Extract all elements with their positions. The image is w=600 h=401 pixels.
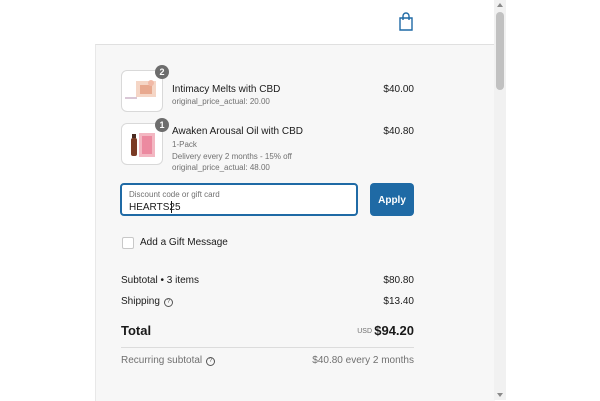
subscription-info: Delivery every 2 months - 15% off — [172, 152, 292, 161]
scrollbar-thumb[interactable] — [496, 12, 504, 90]
total-currency: USD — [357, 328, 372, 335]
discount-field-value: HEARTS25 — [129, 202, 181, 213]
recurring-subtotal-value: $40.80 every 2 months — [312, 355, 414, 366]
discount-code-input[interactable]: Discount code or gift card HEARTS25 — [120, 183, 358, 216]
product-thumbnail: 2 — [121, 65, 169, 112]
text-caret — [171, 201, 172, 213]
product-original-price: original_price_actual: 48.00 — [172, 163, 270, 172]
gift-message-label[interactable]: Add a Gift Message — [140, 237, 228, 248]
product-price: $40.00 — [383, 84, 414, 95]
checkout-header — [0, 0, 494, 44]
gift-message-checkbox[interactable] — [122, 237, 134, 249]
product-thumbnail: 1 — [121, 118, 169, 165]
product-name: Awaken Arousal Oil with CBD — [172, 126, 303, 137]
shipping-label-row: Shipping? — [121, 296, 173, 307]
subtotal-value: $80.80 — [383, 275, 414, 286]
intimacy-melts-image — [125, 80, 156, 99]
total-amount: $94.20 — [374, 323, 414, 338]
line-item: 1 Awaken Arousal Oil with CBD 1-Pack Del… — [121, 118, 414, 172]
subtotal-label: Subtotal • 3 items — [121, 275, 199, 286]
quantity-badge: 2 — [155, 65, 169, 79]
product-variant: 1-Pack — [172, 140, 197, 149]
divider — [121, 347, 414, 348]
line-item: 2 Intimacy Melts with CBD original_price… — [121, 65, 414, 115]
total-label: Total — [121, 323, 152, 338]
scroll-down-arrow-icon[interactable] — [494, 390, 506, 400]
shopping-bag-icon[interactable] — [398, 12, 414, 32]
shipping-value: $13.40 — [383, 296, 414, 307]
recurring-label-row: Recurring subtotal? — [121, 355, 216, 366]
arousal-oil-image — [131, 133, 155, 157]
apply-discount-button[interactable]: Apply — [370, 183, 414, 216]
info-icon[interactable]: ? — [163, 298, 173, 307]
discount-field-label: Discount code or gift card — [129, 190, 220, 199]
scroll-up-arrow-icon[interactable] — [494, 0, 506, 10]
info-icon[interactable]: ? — [206, 357, 216, 366]
product-price: $40.80 — [383, 126, 414, 137]
product-name: Intimacy Melts with CBD — [172, 84, 281, 95]
product-original-price: original_price_actual: 20.00 — [172, 97, 270, 106]
quantity-badge: 1 — [155, 118, 169, 132]
scrollbar[interactable] — [494, 0, 506, 400]
recurring-subtotal-label: Recurring subtotal — [121, 355, 203, 366]
shipping-label: Shipping — [121, 296, 160, 307]
